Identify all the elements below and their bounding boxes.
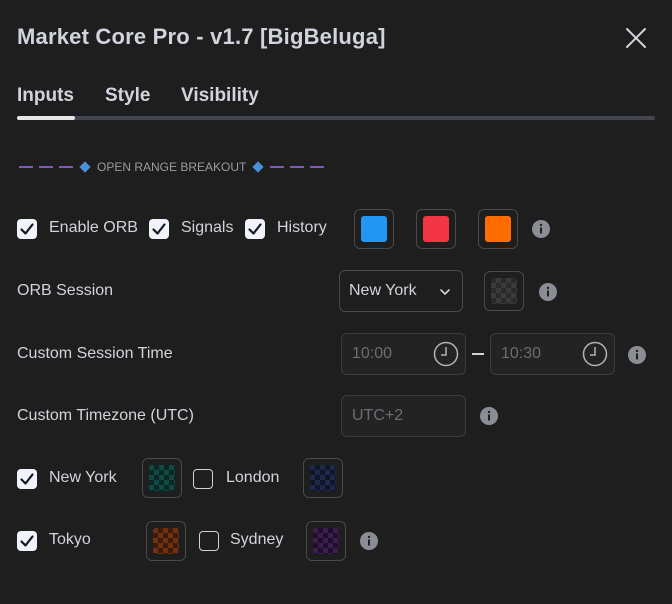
session-color-swatch[interactable]	[484, 271, 524, 311]
history-label: History	[277, 219, 327, 236]
check-icon	[20, 473, 34, 485]
dialog-title: Market Core Pro - v1.7 [BigBeluga]	[17, 24, 386, 49]
orb-color-swatch-orange[interactable]	[478, 209, 518, 249]
clock-icon	[433, 341, 459, 367]
enable-orb-label: Enable ORB	[49, 219, 138, 236]
tokyo-color-swatch[interactable]	[146, 521, 186, 561]
custom-timezone-input[interactable]: UTC+2	[341, 395, 466, 437]
sydney-label: Sydney	[230, 531, 284, 548]
check-icon	[248, 223, 262, 235]
info-icon[interactable]	[538, 282, 558, 302]
swatch-fill	[491, 278, 517, 304]
orb-session-value: New York	[349, 282, 417, 299]
info-icon[interactable]	[479, 406, 499, 426]
sydney-color-swatch[interactable]	[306, 521, 346, 561]
divider-dash	[39, 166, 53, 168]
tokyo-checkbox[interactable]	[17, 531, 37, 551]
tab-visibility[interactable]: Visibility	[181, 85, 259, 107]
info-icon[interactable]	[531, 219, 551, 239]
orb-color-swatch-red[interactable]	[416, 209, 456, 249]
custom-session-start-input[interactable]: 10:00	[341, 333, 466, 375]
custom-timezone-placeholder: UTC+2	[352, 407, 404, 424]
london-label: London	[226, 469, 280, 486]
divider-dash	[270, 166, 285, 168]
diamond-icon	[79, 161, 91, 173]
divider-dash	[59, 166, 73, 168]
history-checkbox[interactable]	[245, 219, 265, 239]
divider-dash	[310, 166, 325, 168]
orb-color-swatch-blue[interactable]	[354, 209, 394, 249]
divider-dash	[19, 166, 33, 168]
custom-session-end-value: 10:30	[501, 345, 542, 362]
tokyo-label: Tokyo	[49, 531, 91, 548]
sydney-checkbox[interactable]	[199, 531, 219, 551]
swatch-fill	[149, 465, 175, 491]
custom-session-time-label: Custom Session Time	[17, 345, 173, 362]
tab-style[interactable]: Style	[105, 85, 150, 107]
section-label: OPEN RANGE BREAKOUT	[97, 160, 247, 174]
london-color-swatch[interactable]	[303, 458, 343, 498]
divider-dash	[290, 166, 305, 168]
swatch-fill	[313, 528, 339, 554]
swatch-fill	[423, 216, 449, 242]
orb-session-label: ORB Session	[17, 282, 114, 299]
tab-track	[17, 116, 655, 120]
check-icon	[20, 535, 34, 547]
london-checkbox[interactable]	[193, 469, 213, 489]
check-icon	[152, 223, 166, 235]
new-york-checkbox[interactable]	[17, 469, 37, 489]
diamond-icon	[252, 161, 265, 173]
custom-session-end-input[interactable]: 10:30	[490, 333, 615, 375]
custom-timezone-label: Custom Timezone (UTC)	[17, 407, 194, 424]
orb-session-select[interactable]: New York	[339, 270, 463, 312]
info-icon[interactable]	[359, 531, 379, 551]
swatch-fill	[361, 216, 387, 242]
swatch-fill	[153, 528, 179, 554]
custom-session-start-value: 10:00	[352, 345, 393, 362]
signals-checkbox[interactable]	[149, 219, 169, 239]
section-header: OPEN RANGE BREAKOUT	[19, 159, 325, 175]
check-icon	[20, 223, 34, 235]
info-icon[interactable]	[627, 345, 647, 365]
close-icon[interactable]	[624, 26, 648, 50]
tab-active-indicator	[17, 116, 75, 120]
new-york-color-swatch[interactable]	[142, 458, 182, 498]
chevron-down-icon	[440, 289, 450, 295]
swatch-fill	[485, 216, 511, 242]
enable-orb-checkbox[interactable]	[17, 219, 37, 239]
swatch-fill	[310, 465, 336, 491]
time-range-separator	[472, 353, 484, 355]
tab-inputs[interactable]: Inputs	[17, 85, 74, 107]
clock-icon	[582, 341, 608, 367]
signals-label: Signals	[181, 219, 234, 236]
new-york-label: New York	[49, 469, 117, 486]
